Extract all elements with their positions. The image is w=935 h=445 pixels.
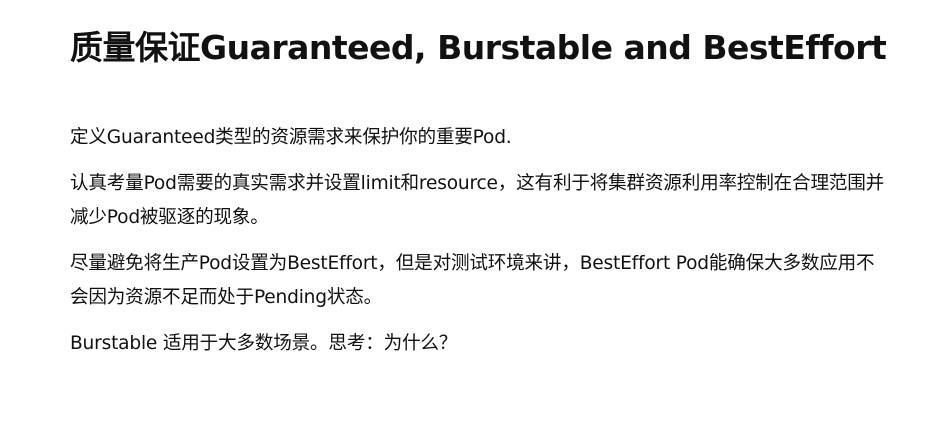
paragraph-limit-resource: 认真考量Pod需要的真实需求并设置limit和resource，这有利于将集群资… (70, 173, 885, 228)
slide: 质量保证Guaranteed, Burstable and BestEffort… (0, 0, 935, 445)
paragraph-burstable: Burstable 适用于大多数场景。思考：为什么？ (70, 333, 458, 354)
slide-body: 定义Guaranteed类型的资源需求来保护你的重要Pod. 认真考量Pod需要… (70, 121, 885, 373)
paragraph-guaranteed: 定义Guaranteed类型的资源需求来保护你的重要Pod. (70, 127, 512, 148)
slide-title: 质量保证Guaranteed, Burstable and BestEffort (70, 28, 887, 67)
paragraph-besteffort: 尽量避免将生产Pod设置为BestEffort，但是对测试环境来讲，BestEf… (70, 253, 875, 308)
